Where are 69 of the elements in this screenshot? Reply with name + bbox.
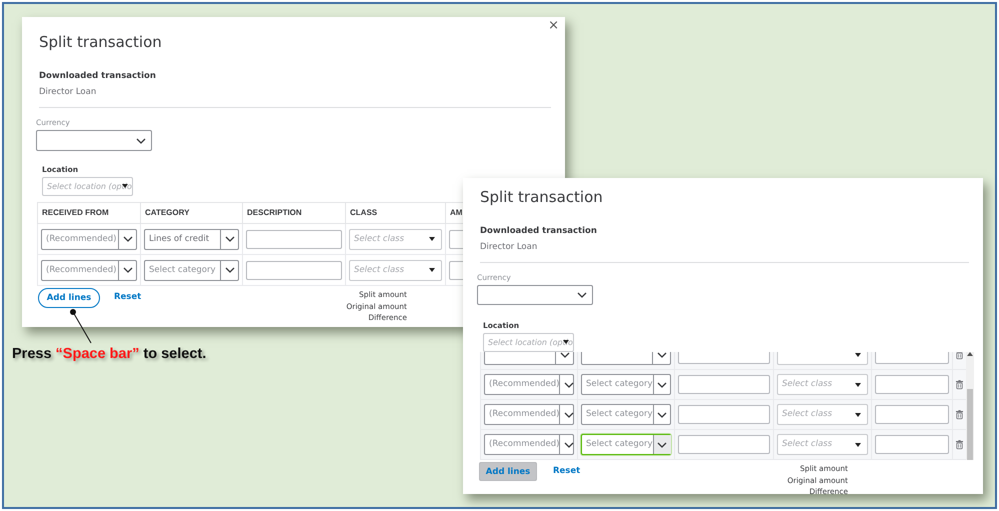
add-lines-button[interactable]: Add lines <box>479 462 537 481</box>
chevron-icon <box>224 236 234 242</box>
trash-icon[interactable] <box>956 439 963 450</box>
dialog-title: Split transaction <box>39 33 163 51</box>
received-from-select[interactable]: (Recommended) <box>41 228 137 250</box>
amount-field[interactable] <box>875 375 949 394</box>
chevron-icon <box>657 412 667 418</box>
description-field[interactable] <box>246 230 342 248</box>
amount-field[interactable] <box>875 405 949 424</box>
reset-link[interactable]: Reset <box>553 466 580 477</box>
description-field[interactable] <box>246 260 342 280</box>
caret-icon <box>429 237 435 241</box>
class-select[interactable]: Select class <box>777 434 868 455</box>
caret-icon <box>855 412 861 416</box>
description-field[interactable] <box>678 435 770 454</box>
column-header: CATEGORY <box>140 202 242 224</box>
received-from-select[interactable]: (Recommended) <box>484 374 574 395</box>
category-select[interactable]: Lines of credit <box>144 228 239 250</box>
currency-select[interactable] <box>477 285 593 305</box>
class-select[interactable]: Select class <box>349 260 442 280</box>
column-header: CLASS <box>345 202 445 224</box>
chevron-icon <box>136 138 146 144</box>
category-select[interactable]: Select category <box>581 374 671 395</box>
add-lines-button[interactable]: Add lines <box>38 288 100 308</box>
chevron-icon <box>657 442 667 448</box>
class-select[interactable]: Select class <box>777 404 868 425</box>
chevron-icon <box>657 382 667 388</box>
category-select[interactable]: Select category <box>581 434 671 455</box>
chevron-icon <box>656 352 666 358</box>
trash-icon[interactable] <box>956 409 963 420</box>
caret-icon <box>855 442 861 446</box>
trash-icon[interactable] <box>956 379 963 390</box>
class-select[interactable]: Select class <box>777 374 868 395</box>
caret-icon <box>855 382 861 386</box>
currency-select[interactable] <box>36 130 152 151</box>
field-value: Director Loan <box>39 87 98 98</box>
caret-icon <box>122 184 128 188</box>
category-select[interactable]: Select category <box>581 404 671 425</box>
column-header: DESCRIPTION <box>242 202 345 224</box>
caret-icon <box>429 268 435 272</box>
caret-icon <box>563 340 569 344</box>
amount-field[interactable] <box>875 435 949 454</box>
reset-link[interactable]: Reset <box>114 292 142 303</box>
trash-icon[interactable] <box>956 352 963 360</box>
description-field[interactable] <box>678 375 770 394</box>
caret-icon <box>855 352 861 356</box>
chevron-icon <box>224 267 234 273</box>
close-button[interactable]: × <box>548 18 559 34</box>
chevron-icon <box>577 292 587 298</box>
chevron-icon <box>564 412 574 418</box>
description-field[interactable] <box>678 405 770 424</box>
leader-line <box>70 309 92 344</box>
scroll-up-icon <box>967 352 973 357</box>
column-header: RECEIVED FROM <box>37 202 140 224</box>
received-from-select[interactable]: (Recommended) <box>484 434 574 455</box>
chevron-icon <box>122 267 132 273</box>
received-from-select[interactable]: (Recommended) <box>41 260 137 280</box>
chevron-icon <box>122 236 132 242</box>
field-value: Director Loan <box>480 242 538 253</box>
field-label: Downloaded transaction <box>480 226 598 237</box>
chevron-icon <box>560 352 570 358</box>
category-select[interactable]: Select category <box>144 260 239 280</box>
chevron-icon <box>564 442 574 448</box>
scrollbar[interactable] <box>966 352 974 460</box>
chevron-icon <box>564 382 574 388</box>
field-label: Downloaded transaction <box>39 71 157 82</box>
instruction-text: Press “Space bar” to select. <box>12 345 206 364</box>
class-select[interactable]: Select class <box>349 228 442 250</box>
received-from-select[interactable]: (Recommended) <box>484 404 574 425</box>
